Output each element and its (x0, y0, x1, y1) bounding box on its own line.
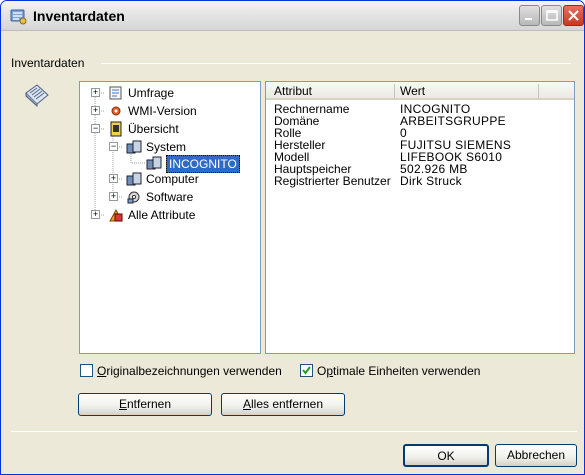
collapse-icon[interactable]: − (91, 124, 100, 133)
window-title: Inventardaten (33, 8, 125, 24)
footer-divider (11, 431, 577, 432)
remove-button[interactable]: Entfernen (78, 393, 212, 416)
original-names-label[interactable]: Originalbezeichnungen verwenden (97, 364, 282, 378)
table-header: Attribut Wert (266, 82, 574, 100)
expand-icon[interactable]: + (91, 106, 100, 115)
tree-item-label: Computer (146, 172, 199, 186)
minimize-button[interactable] (519, 5, 540, 26)
group-label: Inventardaten (11, 56, 85, 70)
optimal-units-checkbox[interactable] (300, 364, 313, 377)
tree-item-wmi-version[interactable]: + WMI-Version (86, 103, 236, 119)
tree-item-uebersicht[interactable]: − Übersicht (86, 121, 236, 137)
attribute-table[interactable]: Attribut Wert Rechnername INCOGNITO Domä… (265, 81, 575, 354)
expand-icon[interactable]: + (91, 210, 100, 219)
inventory-dialog: Inventardaten Inventardaten + Umfrage + … (0, 0, 585, 475)
computer-icon (126, 171, 142, 187)
overview-icon (108, 121, 124, 137)
tree-item-label: Umfrage (128, 86, 175, 100)
tree-item-label: Übersicht (128, 122, 179, 136)
value-cell: ARBEITSGRUPPE (400, 114, 506, 128)
tree-item-incognito[interactable]: INCOGNITO (140, 155, 255, 173)
tree-item-system[interactable]: − System (104, 139, 244, 155)
mnemonic-char: A (242, 397, 251, 411)
close-icon (568, 10, 579, 21)
expand-icon[interactable]: + (109, 192, 118, 201)
column-header-wert[interactable]: Wert (400, 84, 425, 98)
tree-item-computer[interactable]: + Computer (104, 171, 244, 187)
button-label: lles entfernen (250, 397, 324, 411)
all-attributes-icon (108, 207, 124, 223)
wmi-icon (108, 103, 124, 119)
tree-item-label: Software (146, 190, 194, 204)
ok-button[interactable]: OK (403, 444, 489, 467)
tree-item-label: Alle Attribute (128, 208, 196, 222)
collapse-icon[interactable]: − (109, 142, 118, 151)
remove-all-button[interactable]: Alles entfernen (221, 393, 345, 416)
computer-node-icon (146, 155, 162, 171)
group-divider (101, 63, 571, 64)
tree-view[interactable]: + Umfrage + WMI-Version − Übersicht − Sy… (79, 81, 261, 354)
maximize-button[interactable] (541, 5, 562, 26)
tree-item-label: System (146, 140, 187, 154)
expand-icon[interactable]: + (109, 174, 118, 183)
cancel-button[interactable]: Abbrechen (495, 444, 577, 467)
mnemonic-char: E (118, 397, 127, 411)
attribute-cell: Registrierter Benutzer (274, 174, 391, 188)
column-header-attribut[interactable]: Attribut (274, 84, 312, 98)
label-text: timale Einheiten verwenden (333, 364, 481, 378)
optimal-units-label[interactable]: Optimale Einheiten verwenden (317, 364, 480, 378)
system-icon (126, 139, 142, 155)
mnemonic-char: O (97, 364, 107, 378)
tree-item-software[interactable]: + Software (104, 189, 244, 205)
survey-icon (108, 85, 124, 101)
title-bar[interactable]: Inventardaten (1, 1, 584, 31)
column-divider[interactable] (394, 84, 395, 98)
tree-item-umfrage[interactable]: + Umfrage (86, 85, 236, 101)
column-divider[interactable] (538, 84, 539, 98)
label-text: O (317, 364, 327, 378)
expand-icon[interactable]: + (91, 88, 100, 97)
inventory-notebook-icon (23, 81, 51, 109)
maximize-icon (546, 10, 558, 21)
label-text: riginalbezeichnungen verwenden (106, 364, 282, 378)
software-icon (126, 189, 142, 205)
checkmark-icon (302, 366, 311, 375)
original-names-checkbox[interactable] (80, 364, 93, 377)
inventory-app-icon (9, 7, 27, 25)
table-row[interactable]: Domäne ARBEITSGRUPPE (266, 115, 574, 127)
tree-item-alle-attribute[interactable]: + Alle Attribute (86, 207, 236, 223)
minimize-icon (525, 18, 532, 20)
value-cell: Dirk Struck (400, 174, 462, 188)
close-button[interactable] (563, 5, 584, 26)
table-row[interactable]: Registrierter Benutzer Dirk Struck (266, 175, 574, 187)
button-label: ntfernen (126, 397, 172, 411)
tree-item-label: WMI-Version (128, 104, 197, 118)
